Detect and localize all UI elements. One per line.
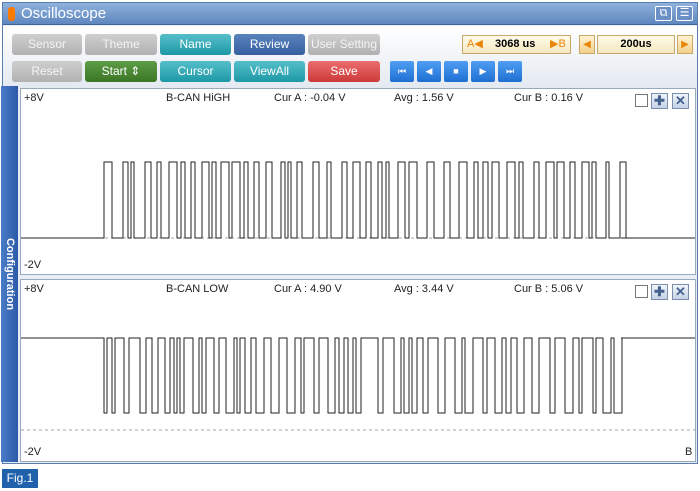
user-setting-button[interactable]: User Setting: [308, 34, 380, 55]
stop-icon[interactable]: ■: [444, 61, 468, 82]
last-frame-icon[interactable]: ⏭: [498, 61, 522, 82]
start-button[interactable]: Start ⇕: [85, 61, 157, 82]
average-readout: Avg : 1.56 V: [394, 92, 454, 104]
cursor-a-readout: Cur A : -0.04 V: [274, 92, 346, 104]
theme-button[interactable]: Theme: [85, 34, 157, 55]
first-frame-icon[interactable]: ⏮: [390, 61, 414, 82]
review-button[interactable]: Review: [234, 34, 305, 55]
cursor-a-readout: Cur A : 4.90 V: [274, 283, 342, 295]
signal-waveform: [21, 161, 695, 239]
reset-button[interactable]: Reset: [12, 61, 82, 82]
menu-icon[interactable]: ☰: [676, 6, 693, 21]
cursor-delta-value: 3068 us: [495, 38, 536, 50]
y-min-label: -2V: [24, 446, 42, 458]
cursor-b-marker: B: [685, 446, 693, 458]
timebase-increase-icon[interactable]: ▶: [677, 35, 693, 54]
y-max-label: +8V: [24, 92, 44, 104]
timebase-value: 200us: [597, 35, 675, 54]
cursor-a-marker: A◀: [467, 38, 483, 50]
cursor-button[interactable]: Cursor: [160, 61, 231, 82]
cursor-b-readout: Cur B : 5.06 V: [514, 283, 584, 295]
title-bar: Oscilloscope ⧉ ☰: [3, 3, 697, 25]
figure-label: Fig.1: [2, 469, 38, 488]
cursor-b-marker: ▶B: [550, 38, 566, 50]
next-frame-icon[interactable]: ▶: [471, 61, 495, 82]
save-button[interactable]: Save: [308, 61, 380, 82]
channel-name: B-CAN LOW: [166, 283, 229, 295]
trace-low: [21, 337, 695, 431]
viewall-button[interactable]: ViewAll: [234, 61, 305, 82]
app-icon: [8, 7, 15, 21]
window-title: Oscilloscope: [21, 5, 107, 22]
zoom-icon[interactable]: ✚: [651, 284, 668, 300]
timebase-decrease-icon[interactable]: ◀: [579, 35, 595, 54]
y-min-label: -2V: [24, 259, 42, 271]
previous-frame-icon[interactable]: ◀: [417, 61, 441, 82]
cursor-delta-display: A◀ 3068 us ▶B: [462, 35, 571, 54]
cursor-b-readout: Cur B : 0.16 V: [514, 92, 584, 104]
close-icon[interactable]: ✕: [672, 284, 689, 300]
signal-waveform: [21, 337, 695, 414]
y-max-label: +8V: [24, 283, 44, 295]
close-icon[interactable]: ✕: [672, 93, 689, 109]
toolbar: Sensor Theme Name Review User Setting Re…: [3, 26, 697, 88]
trace-high: [21, 161, 695, 239]
channel-checkbox[interactable]: [635, 285, 648, 298]
name-button[interactable]: Name: [160, 34, 231, 55]
channel-panel-high: +8V B-CAN HiGH Cur A : -0.04 V Avg : 1.5…: [20, 88, 696, 275]
configuration-label: Configuration: [4, 237, 16, 311]
channel-name: B-CAN HiGH: [166, 92, 231, 104]
zoom-icon[interactable]: ✚: [651, 93, 668, 109]
sensor-button[interactable]: Sensor: [12, 34, 82, 55]
channel-checkbox[interactable]: [635, 94, 648, 107]
restore-icon[interactable]: ⧉: [655, 6, 672, 21]
configuration-tab[interactable]: Configuration: [1, 86, 18, 462]
channel-panel-low: +8V B-CAN LOW Cur A : 4.90 V Avg : 3.44 …: [20, 279, 696, 462]
average-readout: Avg : 3.44 V: [394, 283, 454, 295]
